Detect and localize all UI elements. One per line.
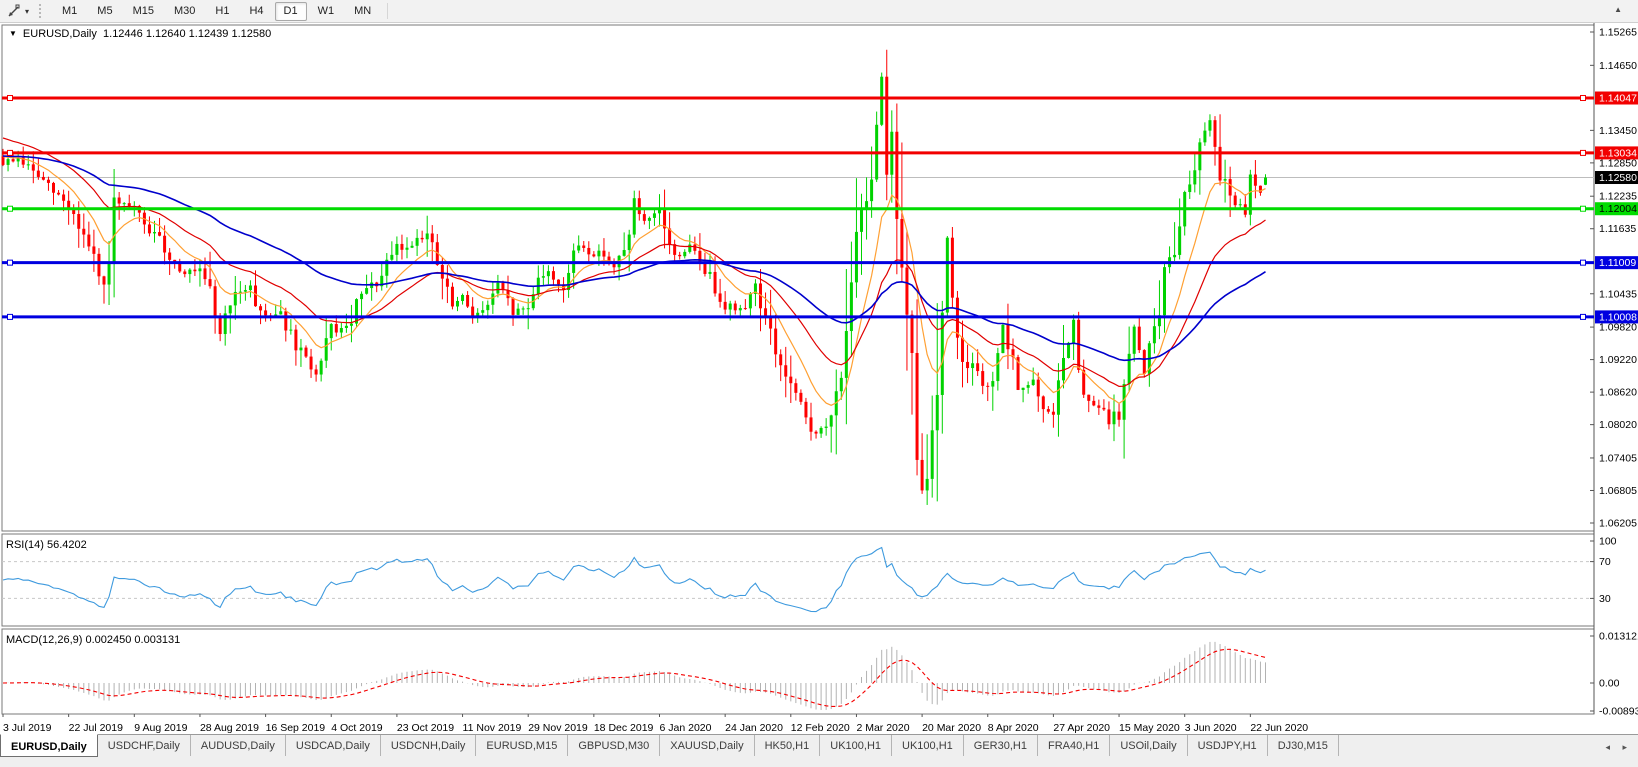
chart-tab-usoil-daily[interactable]: USOil,Daily (1110, 735, 1188, 756)
price-tick-label: 1.12235 (1599, 191, 1637, 203)
chart-tab-uk100-h1[interactable]: UK100,H1 (820, 735, 893, 756)
date-tick-label: 16 Sep 2019 (266, 722, 326, 734)
timeframe-button-d1[interactable]: D1 (274, 1, 307, 21)
timeframe-button-m15[interactable]: M15 (124, 2, 163, 21)
hline-price-badge-text: 1.10008 (1599, 311, 1637, 323)
chart-tab-uk100-h1[interactable]: UK100,H1 (892, 735, 964, 756)
date-tick-label: 4 Oct 2019 (331, 722, 383, 734)
timeframe-button-w1[interactable]: W1 (309, 2, 344, 21)
price-tick-label: 1.06205 (1599, 517, 1637, 529)
hline-handle (7, 313, 13, 320)
date-tick-label: 22 Jun 2020 (1250, 722, 1308, 734)
date-tick-label: 20 Mar 2020 (922, 722, 981, 734)
chart-tab-eurusd-daily[interactable]: EURUSD,Daily (0, 734, 98, 757)
chart-tab-eurusd-m15[interactable]: EURUSD,M15 (476, 735, 569, 756)
timeframe-button-m30[interactable]: M30 (165, 2, 204, 21)
macd-panel-border (1, 628, 1595, 715)
chart-tab-gbpusd-m30[interactable]: GBPUSD,M30 (568, 735, 661, 756)
tab-scroll-arrows[interactable]: ◂ ▸ (1605, 742, 1632, 753)
timeframe-button-mn[interactable]: MN (345, 2, 380, 21)
hline-handle (1580, 313, 1586, 320)
hline-price-badge-text: 1.13034 (1599, 147, 1637, 159)
hline-handle (1580, 205, 1586, 212)
hline-handle (1580, 95, 1586, 102)
timeframe-button-h1[interactable]: H1 (206, 2, 238, 21)
date-tick-label: 27 Apr 2020 (1053, 722, 1110, 734)
chart-tab-usdcad-daily[interactable]: USDCAD,Daily (286, 735, 381, 756)
chart-tabs-bar: EURUSD,Daily USDCHF,Daily AUDUSD,Daily USDC… (0, 734, 1638, 767)
price-tick-label: 1.13450 (1599, 125, 1637, 137)
chart-tab-fra40-h1[interactable]: FRA40,H1 (1038, 735, 1111, 756)
chart-tab-xauusd-daily[interactable]: XAUUSD,Daily (660, 735, 755, 756)
rsi-tick-label: 100 (1599, 536, 1617, 548)
rsi-tick-label: 30 (1599, 593, 1611, 605)
date-tick-label: 3 Jul 2019 (3, 722, 52, 734)
price-chart-canvas[interactable]: 1.152651.146501.134501.128501.122351.116… (0, 23, 1638, 734)
chart-tab-audusd-daily[interactable]: AUDUSD,Daily (191, 735, 286, 756)
hline-handle (7, 205, 13, 212)
hline-handle (1580, 259, 1586, 266)
chart-window[interactable]: 1.15265 1.14650 1.13450 1.12850 1.12235 1.116… (0, 23, 1638, 734)
hline-handle (7, 259, 13, 266)
chart-tab-usdjpy-h1[interactable]: USDJPY,H1 (1188, 735, 1268, 756)
date-tick-label: 8 Apr 2020 (988, 722, 1039, 734)
price-tick-label: 1.15265 (1599, 27, 1637, 39)
date-tick-label: 22 Jul 2019 (69, 722, 123, 734)
price-tick-label: 1.10435 (1599, 288, 1637, 300)
hline-price-badge-text: 1.12004 (1599, 203, 1637, 215)
timeframe-button-m1[interactable]: M1 (53, 2, 86, 21)
main-panel-border (1, 24, 1595, 532)
date-tick-label: 9 Aug 2019 (134, 722, 187, 734)
timeframe-toolbar: ▾ M1 M5 M15 M30 H1 H4 D1 W1 MN ▲ (0, 0, 1638, 23)
price-tick-label: 1.09220 (1599, 354, 1637, 366)
hline-price-badge-text: 1.11009 (1599, 257, 1636, 269)
chart-tab-ger30-h1[interactable]: GER30,H1 (964, 735, 1038, 756)
date-tick-label: 29 Nov 2019 (528, 722, 588, 734)
price-axis[interactable] (1590, 31, 1638, 524)
timeframe-button-m5[interactable]: M5 (88, 2, 121, 21)
date-tick-label: 28 Aug 2019 (200, 722, 259, 734)
hline-handle (7, 149, 13, 156)
date-tick-label: 24 Jan 2020 (725, 722, 783, 734)
current-price-badge-text: 1.12580 (1599, 172, 1637, 184)
date-tick-label: 6 Jan 2020 (660, 722, 712, 734)
toolbar-grip[interactable] (39, 4, 45, 18)
chart-tab-dj30-m15[interactable]: DJ30,M15 (1268, 735, 1339, 756)
chart-tab-usdchf-daily[interactable]: USDCHF,Daily (98, 735, 191, 756)
chart-tab-usdcnh-daily[interactable]: USDCNH,Daily (381, 735, 477, 756)
price-tick-label: 1.06805 (1599, 485, 1637, 497)
date-tick-label: 15 May 2020 (1119, 722, 1180, 734)
rsi-panel-border (1, 533, 1595, 627)
hline-price-badge-text: 1.14047 (1599, 93, 1637, 105)
price-tick-label: 1.14650 (1599, 60, 1637, 72)
chart-tab-hk50-h1[interactable]: HK50,H1 (755, 735, 821, 756)
cursor-tool-button[interactable]: ▾ (0, 1, 34, 21)
price-tick-label: 1.07405 (1599, 452, 1637, 464)
date-tick-label: 2 Mar 2020 (856, 722, 909, 734)
rsi-tick-label: 70 (1599, 556, 1611, 568)
price-tick-label: 1.08020 (1599, 419, 1637, 431)
timeframe-button-h4[interactable]: H4 (240, 2, 272, 21)
date-tick-label: 12 Feb 2020 (791, 722, 850, 734)
cursor-tool-icon (8, 4, 20, 17)
date-tick-label: 23 Oct 2019 (397, 722, 454, 734)
date-tick-label: 3 Jun 2020 (1185, 722, 1237, 734)
hline-handle (1580, 149, 1586, 156)
price-tick-label: 1.11635 (1599, 223, 1636, 235)
toolbar-separator (387, 3, 389, 19)
macd-tick-label: 0.00 (1599, 678, 1620, 690)
timeframe-buttons: M1 M5 M15 M30 H1 H4 D1 W1 MN (52, 1, 381, 21)
price-tick-label: 1.08620 (1599, 387, 1637, 399)
toolbar-overflow-arrow-icon[interactable]: ▲ (1614, 5, 1622, 14)
macd-tick-label: -0.008933 (1599, 706, 1638, 718)
macd-tick-label: 0.013121 (1599, 631, 1638, 643)
date-tick-label: 18 Dec 2019 (594, 722, 654, 734)
hline-handle (7, 95, 13, 102)
cursor-tool-caret-icon: ▾ (25, 6, 30, 16)
date-tick-label: 11 Nov 2019 (463, 722, 522, 734)
